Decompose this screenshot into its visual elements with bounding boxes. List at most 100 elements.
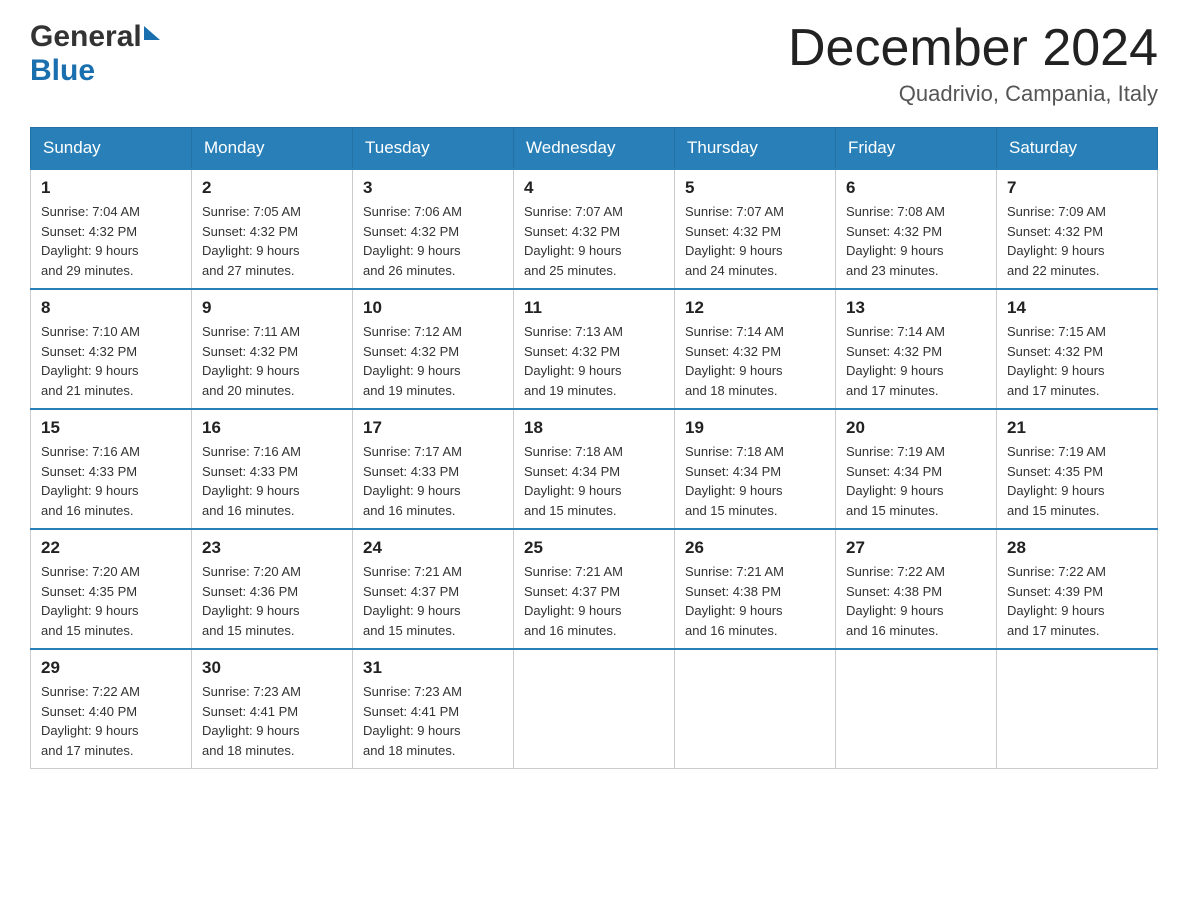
calendar-week-row: 15Sunrise: 7:16 AMSunset: 4:33 PMDayligh… [31,409,1158,529]
day-info: Sunrise: 7:18 AMSunset: 4:34 PMDaylight:… [524,442,664,520]
day-number: 27 [846,538,986,558]
calendar-cell: 17Sunrise: 7:17 AMSunset: 4:33 PMDayligh… [353,409,514,529]
day-info: Sunrise: 7:23 AMSunset: 4:41 PMDaylight:… [363,682,503,760]
day-number: 25 [524,538,664,558]
location-subtitle: Quadrivio, Campania, Italy [788,81,1158,107]
day-info: Sunrise: 7:23 AMSunset: 4:41 PMDaylight:… [202,682,342,760]
day-info: Sunrise: 7:16 AMSunset: 4:33 PMDaylight:… [41,442,181,520]
calendar-cell [675,649,836,769]
day-number: 6 [846,178,986,198]
calendar-cell: 5Sunrise: 7:07 AMSunset: 4:32 PMDaylight… [675,169,836,289]
day-info: Sunrise: 7:13 AMSunset: 4:32 PMDaylight:… [524,322,664,400]
calendar-cell: 3 Sunrise: 7:06 AMSunset: 4:32 PMDaylight… [353,169,514,289]
calendar-cell: 21Sunrise: 7:19 AMSunset: 4:35 PMDayligh… [997,409,1158,529]
calendar-cell: 10 Sunrise: 7:12 AMSunset: 4:32 PMDayligh… [353,289,514,409]
page-header: General Blue December 2024 Quadrivio, Ca… [30,20,1158,107]
day-number: 5 [685,178,825,198]
calendar-cell: 22 Sunrise: 7:20 AMSunset: 4:35 PMDayligh… [31,529,192,649]
calendar-cell: 27 Sunrise: 7:22 AMSunset: 4:38 PMDayligh… [836,529,997,649]
calendar-cell: 4 Sunrise: 7:07 AMSunset: 4:32 PMDaylight… [514,169,675,289]
day-info: Sunrise: 7:14 AMSunset: 4:32 PMDaylight:… [846,322,986,400]
weekday-header-friday: Friday [836,128,997,170]
day-info: Sunrise: 7:18 AMSunset: 4:34 PMDaylight:… [685,442,825,520]
calendar-cell: 18 Sunrise: 7:18 AMSunset: 4:34 PMDayligh… [514,409,675,529]
day-number: 23 [202,538,342,558]
logo-general: General [30,20,142,54]
day-number: 29 [41,658,181,678]
day-number: 19 [685,418,825,438]
day-info: Sunrise: 7:12 AMSunset: 4:32 PMDaylight:… [363,322,503,400]
day-info: Sunrise: 7:21 AMSunset: 4:37 PMDaylight:… [524,562,664,640]
weekday-header-wednesday: Wednesday [514,128,675,170]
calendar-cell: 7 Sunrise: 7:09 AMSunset: 4:32 PMDaylight… [997,169,1158,289]
day-info: Sunrise: 7:21 AMSunset: 4:38 PMDaylight:… [685,562,825,640]
day-number: 11 [524,298,664,318]
logo-arrow-icon [144,26,160,40]
day-number: 7 [1007,178,1147,198]
calendar-cell: 23 Sunrise: 7:20 AMSunset: 4:36 PMDayligh… [192,529,353,649]
day-info: Sunrise: 7:19 AMSunset: 4:34 PMDaylight:… [846,442,986,520]
day-info: Sunrise: 7:10 AMSunset: 4:32 PMDaylight:… [41,322,181,400]
calendar-cell: 31 Sunrise: 7:23 AMSunset: 4:41 PMDayligh… [353,649,514,769]
day-number: 4 [524,178,664,198]
calendar-cell: 1Sunrise: 7:04 AMSunset: 4:32 PMDaylight… [31,169,192,289]
day-number: 12 [685,298,825,318]
weekday-header-tuesday: Tuesday [353,128,514,170]
day-info: Sunrise: 7:04 AMSunset: 4:32 PMDaylight:… [41,202,181,280]
logo: General Blue [30,20,160,88]
day-number: 3 [363,178,503,198]
day-info: Sunrise: 7:07 AMSunset: 4:32 PMDaylight:… [524,202,664,280]
calendar-cell: 2Sunrise: 7:05 AMSunset: 4:32 PMDaylight… [192,169,353,289]
day-number: 2 [202,178,342,198]
day-info: Sunrise: 7:14 AMSunset: 4:32 PMDaylight:… [685,322,825,400]
logo-blue: Blue [30,54,95,87]
calendar-cell: 30 Sunrise: 7:23 AMSunset: 4:41 PMDayligh… [192,649,353,769]
calendar-week-row: 29Sunrise: 7:22 AMSunset: 4:40 PMDayligh… [31,649,1158,769]
calendar-cell: 24Sunrise: 7:21 AMSunset: 4:37 PMDayligh… [353,529,514,649]
day-number: 10 [363,298,503,318]
calendar-cell: 14Sunrise: 7:15 AMSunset: 4:32 PMDayligh… [997,289,1158,409]
calendar-cell: 28 Sunrise: 7:22 AMSunset: 4:39 PMDayligh… [997,529,1158,649]
day-info: Sunrise: 7:22 AMSunset: 4:38 PMDaylight:… [846,562,986,640]
month-title: December 2024 [788,20,1158,77]
calendar-cell: 15Sunrise: 7:16 AMSunset: 4:33 PMDayligh… [31,409,192,529]
calendar-week-row: 22 Sunrise: 7:20 AMSunset: 4:35 PMDayligh… [31,529,1158,649]
day-number: 13 [846,298,986,318]
calendar-table: SundayMondayTuesdayWednesdayThursdayFrid… [30,127,1158,769]
weekday-header-sunday: Sunday [31,128,192,170]
calendar-cell: 16Sunrise: 7:16 AMSunset: 4:33 PMDayligh… [192,409,353,529]
calendar-cell [514,649,675,769]
calendar-cell: 13 Sunrise: 7:14 AMSunset: 4:32 PMDayligh… [836,289,997,409]
day-number: 18 [524,418,664,438]
calendar-cell: 25 Sunrise: 7:21 AMSunset: 4:37 PMDayligh… [514,529,675,649]
calendar-cell: 20 Sunrise: 7:19 AMSunset: 4:34 PMDayligh… [836,409,997,529]
calendar-cell: 12 Sunrise: 7:14 AMSunset: 4:32 PMDayligh… [675,289,836,409]
day-info: Sunrise: 7:11 AMSunset: 4:32 PMDaylight:… [202,322,342,400]
calendar-cell: 11 Sunrise: 7:13 AMSunset: 4:32 PMDayligh… [514,289,675,409]
title-section: December 2024 Quadrivio, Campania, Italy [788,20,1158,107]
weekday-header-thursday: Thursday [675,128,836,170]
day-number: 8 [41,298,181,318]
weekday-header-saturday: Saturday [997,128,1158,170]
day-number: 21 [1007,418,1147,438]
day-info: Sunrise: 7:20 AMSunset: 4:36 PMDaylight:… [202,562,342,640]
calendar-cell: 6Sunrise: 7:08 AMSunset: 4:32 PMDaylight… [836,169,997,289]
day-number: 28 [1007,538,1147,558]
calendar-week-row: 1Sunrise: 7:04 AMSunset: 4:32 PMDaylight… [31,169,1158,289]
day-number: 20 [846,418,986,438]
day-number: 26 [685,538,825,558]
day-number: 14 [1007,298,1147,318]
calendar-week-row: 8 Sunrise: 7:10 AMSunset: 4:32 PMDaylight… [31,289,1158,409]
day-info: Sunrise: 7:22 AMSunset: 4:39 PMDaylight:… [1007,562,1147,640]
day-info: Sunrise: 7:09 AMSunset: 4:32 PMDaylight:… [1007,202,1147,280]
calendar-cell: 9Sunrise: 7:11 AMSunset: 4:32 PMDaylight… [192,289,353,409]
day-info: Sunrise: 7:06 AMSunset: 4:32 PMDaylight:… [363,202,503,280]
day-info: Sunrise: 7:21 AMSunset: 4:37 PMDaylight:… [363,562,503,640]
weekday-header-row: SundayMondayTuesdayWednesdayThursdayFrid… [31,128,1158,170]
calendar-cell: 8 Sunrise: 7:10 AMSunset: 4:32 PMDaylight… [31,289,192,409]
day-number: 22 [41,538,181,558]
day-number: 31 [363,658,503,678]
day-info: Sunrise: 7:20 AMSunset: 4:35 PMDaylight:… [41,562,181,640]
calendar-cell: 19 Sunrise: 7:18 AMSunset: 4:34 PMDayligh… [675,409,836,529]
day-number: 30 [202,658,342,678]
